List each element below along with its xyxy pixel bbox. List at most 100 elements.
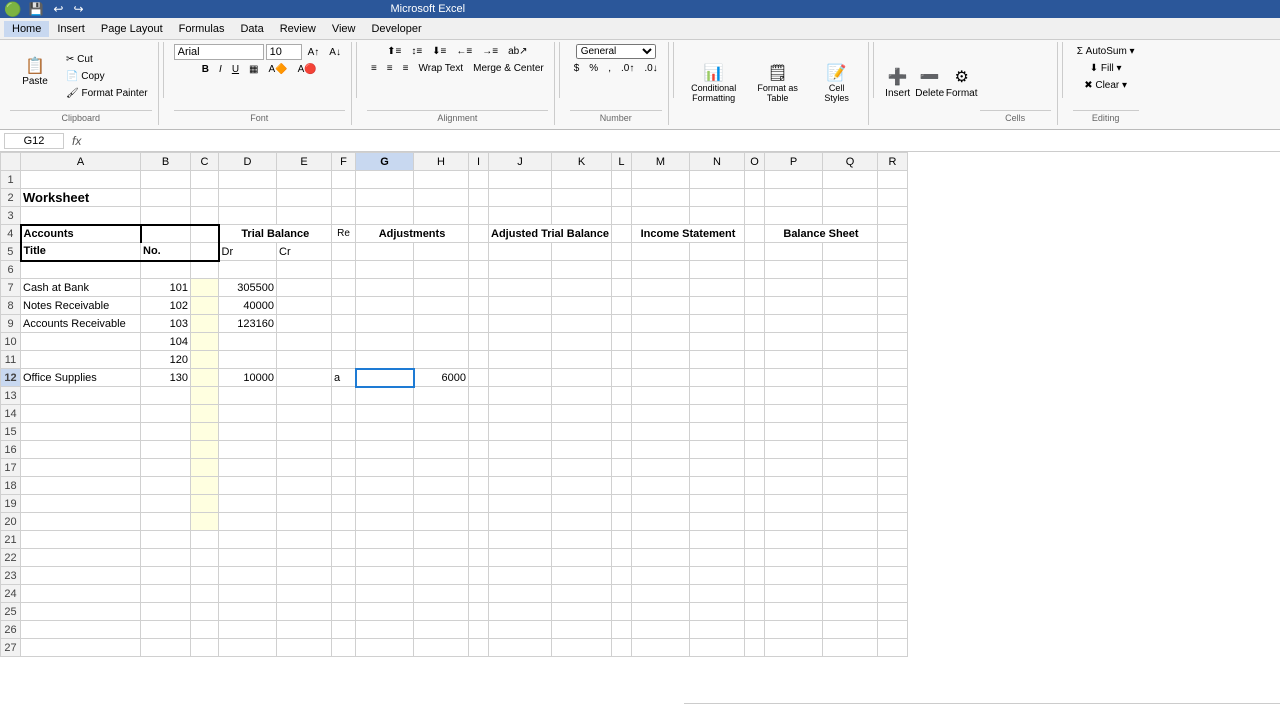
cell-I3[interactable] — [469, 207, 489, 225]
cell-Q1[interactable] — [822, 171, 877, 189]
cell-F12[interactable]: a — [332, 369, 356, 387]
cell-H2[interactable] — [414, 189, 469, 207]
cell-O1[interactable] — [744, 171, 764, 189]
comma-button[interactable]: , — [604, 61, 615, 76]
cell-I8[interactable] — [469, 297, 489, 315]
cell-M4[interactable]: Income Statement — [631, 225, 744, 243]
cell-L3[interactable] — [611, 207, 631, 225]
col-header-Q[interactable]: Q — [822, 153, 877, 171]
cell-I11[interactable] — [469, 351, 489, 369]
cell-B12[interactable]: 130 — [141, 369, 191, 387]
cell-D10[interactable] — [219, 333, 277, 351]
col-header-B[interactable]: B — [141, 153, 191, 171]
cell-I4[interactable] — [469, 225, 489, 243]
shrink-font-button[interactable]: A↓ — [325, 45, 345, 60]
cell-C8[interactable] — [191, 297, 219, 315]
col-header-I[interactable]: I — [469, 153, 489, 171]
cell-P5[interactable] — [764, 243, 822, 261]
cell-styles-button[interactable]: 📝 Cell Styles — [812, 56, 862, 112]
cell-H7[interactable] — [414, 279, 469, 297]
border-button[interactable]: ▦ — [245, 62, 262, 77]
cell-J8[interactable] — [489, 297, 552, 315]
cell-C4[interactable] — [191, 225, 219, 243]
cell-R4[interactable] — [877, 225, 907, 243]
cell-G9[interactable] — [356, 315, 414, 333]
cell-M3[interactable] — [631, 207, 689, 225]
cell-H5[interactable] — [414, 243, 469, 261]
fill-button[interactable]: ⬇ Fill ▾ — [1086, 61, 1126, 76]
cell-A2[interactable]: Worksheet — [21, 189, 141, 207]
save-icon[interactable]: 💾 — [25, 2, 46, 16]
cell-N5[interactable] — [689, 243, 744, 261]
cell-P10[interactable] — [764, 333, 822, 351]
increase-decimal-button[interactable]: .0↑ — [617, 61, 638, 76]
cell-O4[interactable] — [744, 225, 764, 243]
fill-color-button[interactable]: A🔶 — [265, 62, 292, 77]
cell-D12[interactable]: 10000 — [219, 369, 277, 387]
cell-K6[interactable] — [552, 261, 612, 279]
cell-H1[interactable] — [414, 171, 469, 189]
cell-R7[interactable] — [877, 279, 907, 297]
align-center-button[interactable]: ≡ — [383, 61, 397, 76]
col-header-G[interactable]: G — [356, 153, 414, 171]
percent-button[interactable]: % — [585, 61, 602, 76]
cell-J11[interactable] — [489, 351, 552, 369]
cell-A8[interactable]: Notes Receivable — [21, 297, 141, 315]
menu-home[interactable]: Home — [4, 21, 49, 37]
cell-A7[interactable]: Cash at Bank — [21, 279, 141, 297]
cell-E12[interactable] — [277, 369, 332, 387]
cell-E10[interactable] — [277, 333, 332, 351]
cell-P7[interactable] — [764, 279, 822, 297]
cell-A10[interactable] — [21, 333, 141, 351]
format-as-table-button[interactable]: 🗒 Format as Table — [748, 56, 808, 112]
currency-button[interactable]: $ — [570, 61, 584, 76]
wrap-text-button[interactable]: Wrap Text — [414, 61, 467, 76]
clear-button[interactable]: ✖ Clear ▾ — [1080, 78, 1131, 93]
decrease-decimal-button[interactable]: .0↓ — [640, 61, 661, 76]
cell-R12[interactable] — [877, 369, 907, 387]
cell-I12[interactable] — [469, 369, 489, 387]
cut-button[interactable]: ✂ Cut — [62, 52, 152, 67]
cell-P6[interactable] — [764, 261, 822, 279]
bold-button[interactable]: B — [198, 62, 213, 77]
cell-D6[interactable] — [219, 261, 277, 279]
cell-L5[interactable] — [611, 243, 631, 261]
underline-button[interactable]: U — [228, 62, 243, 77]
cell-N6[interactable] — [689, 261, 744, 279]
cell-O5[interactable] — [744, 243, 764, 261]
cell-E5[interactable]: Cr — [277, 243, 332, 261]
cell-A11[interactable] — [21, 351, 141, 369]
menu-view[interactable]: View — [324, 21, 364, 37]
cell-K9[interactable] — [552, 315, 612, 333]
cell-N8[interactable] — [689, 297, 744, 315]
cell-C3[interactable] — [191, 207, 219, 225]
insert-button[interactable]: ➕ Insert — [884, 56, 912, 112]
cell-C2[interactable] — [191, 189, 219, 207]
menu-formulas[interactable]: Formulas — [171, 21, 233, 37]
col-header-M[interactable]: M — [631, 153, 689, 171]
cell-Q9[interactable] — [822, 315, 877, 333]
cell-O11[interactable] — [744, 351, 764, 369]
col-header-L[interactable]: L — [611, 153, 631, 171]
cell-Q10[interactable] — [822, 333, 877, 351]
cell-N3[interactable] — [689, 207, 744, 225]
cell-A3[interactable] — [21, 207, 141, 225]
cell-I6[interactable] — [469, 261, 489, 279]
menu-data[interactable]: Data — [232, 21, 271, 37]
cell-C11[interactable] — [191, 351, 219, 369]
cell-F5[interactable] — [332, 243, 356, 261]
cell-G6[interactable] — [356, 261, 414, 279]
cell-I2[interactable] — [469, 189, 489, 207]
copy-button[interactable]: 📄 Copy — [62, 69, 152, 84]
cell-O12[interactable] — [744, 369, 764, 387]
cell-E3[interactable] — [277, 207, 332, 225]
autosum-button[interactable]: Σ AutoSum ▾ — [1073, 44, 1139, 59]
cell-O3[interactable] — [744, 207, 764, 225]
cell-K7[interactable] — [552, 279, 612, 297]
col-header-F[interactable]: F — [332, 153, 356, 171]
cell-I9[interactable] — [469, 315, 489, 333]
col-header-D[interactable]: D — [219, 153, 277, 171]
cell-P2[interactable] — [764, 189, 822, 207]
cell-R5[interactable] — [877, 243, 907, 261]
cell-M1[interactable] — [631, 171, 689, 189]
